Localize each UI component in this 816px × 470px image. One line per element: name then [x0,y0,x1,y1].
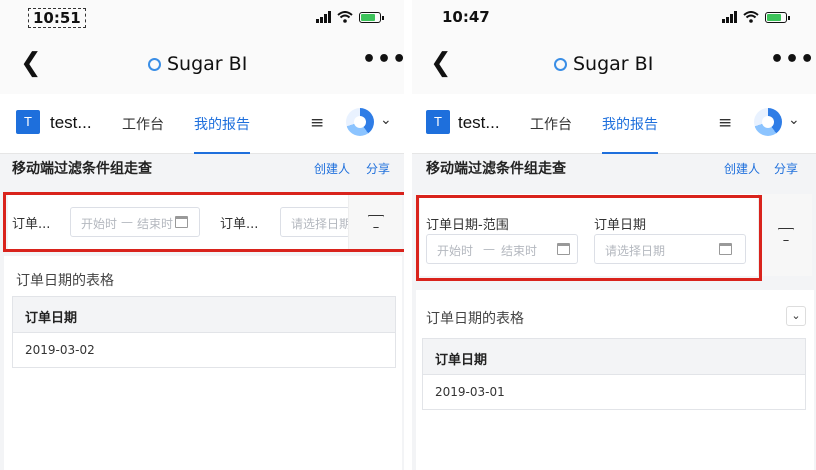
chevron-down-icon[interactable]: ⌄ [380,112,392,128]
battery-icon [765,11,790,23]
filter-button[interactable] [758,194,812,276]
nav-bar: ❮ Sugar BI ••• [0,34,404,94]
annotation-box [416,195,762,281]
app-tab-bar: T test... 工作台 我的报告 ≡ ⌄ [412,94,816,154]
tab-workbench[interactable]: 工作台 [122,114,164,134]
status-icons [316,11,384,23]
data-table: 订单日期 2019-03-02 [12,296,396,368]
signal-icon [316,11,331,23]
app-logo-icon [148,57,161,71]
left-phone-screen: 10:51 ❮ Sugar BI ••• T test... 工作台 我的报告 … [0,0,404,470]
project-badge[interactable]: T [426,110,450,134]
menu-icon[interactable]: ≡ [718,113,732,133]
chevron-down-icon[interactable]: ⌄ [786,306,806,326]
annotation-box [3,192,404,252]
battery-icon [359,11,384,23]
app-title: Sugar BI [148,53,247,75]
status-time: 10:47 [442,8,490,26]
nav-bar: ❮ Sugar BI ••• [412,34,816,94]
table-title: 订单日期的表格 [426,311,524,327]
tab-workbench[interactable]: 工作台 [530,114,572,134]
wifi-icon [743,11,759,23]
back-arrow-icon[interactable]: ❮ [20,48,42,78]
status-bar: 10:47 [412,0,816,34]
project-name[interactable]: test... [458,113,500,133]
app-title-text: Sugar BI [573,53,654,75]
tab-my-reports[interactable]: 我的报告 [602,114,658,154]
share-link[interactable]: 分享 [366,160,390,177]
table-row: 2019-03-02 [25,343,95,357]
report-title: 移动端过滤条件组走查 [12,161,152,177]
avatar[interactable] [754,108,782,136]
divider [404,0,412,470]
avatar[interactable] [346,108,374,136]
app-title-text: Sugar BI [167,53,248,75]
project-name[interactable]: test... [50,113,92,133]
back-arrow-icon[interactable]: ❮ [430,48,452,78]
creator-link[interactable]: 创建人 [724,160,760,177]
more-icon[interactable]: ••• [362,47,404,72]
share-link[interactable]: 分享 [774,160,798,177]
right-phone-screen: 10:47 ❮ Sugar BI ••• T test... 工作台 我的报告 … [412,0,816,470]
status-bar: 10:51 [0,0,404,34]
tab-my-reports[interactable]: 我的报告 [194,114,250,154]
app-tab-bar: T test... 工作台 我的报告 ≡ ⌄ [0,94,404,154]
status-icons [722,11,790,23]
menu-icon[interactable]: ≡ [310,113,324,133]
filter-funnel-icon [778,228,794,241]
creator-link[interactable]: 创建人 [314,160,350,177]
table-row: 2019-03-01 [435,385,505,399]
app-logo-icon [554,57,567,71]
project-badge[interactable]: T [16,110,40,134]
data-table: 订单日期 2019-03-01 [422,338,806,410]
report-title: 移动端过滤条件组走查 [426,161,566,177]
chevron-down-icon[interactable]: ⌄ [788,112,800,128]
table-title: 订单日期的表格 [16,273,114,289]
table-header: 订单日期 [423,339,805,375]
more-icon[interactable]: ••• [770,47,815,72]
status-time: 10:51 [28,8,86,28]
app-title: Sugar BI [554,53,653,75]
table-card: 订单日期的表格 ⌄ 订单日期 2019-03-01 [416,290,814,470]
signal-icon [722,11,737,23]
wifi-icon [337,11,353,23]
table-header: 订单日期 [13,297,395,333]
table-card: 订单日期的表格 订单日期 2019-03-02 [4,256,402,470]
